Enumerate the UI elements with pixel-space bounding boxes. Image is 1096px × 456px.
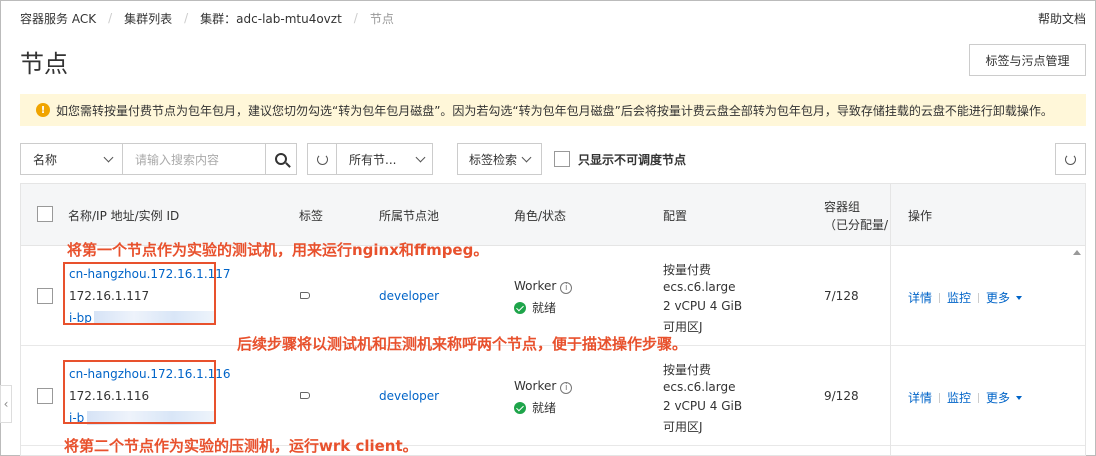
role-label: Worker — [514, 279, 557, 293]
instance-type: ecs.c6.large — [663, 380, 736, 394]
col-config: 配置 — [663, 209, 688, 223]
search-input[interactable]: 请输入搜索内容 — [123, 143, 266, 175]
details-link[interactable]: 详情 — [908, 391, 932, 405]
unschedulable-checkbox[interactable] — [554, 151, 570, 167]
unschedulable-label: 只显示不可调度节点 — [578, 152, 687, 167]
highlight-box-node1 — [63, 262, 216, 325]
unschedulable-filter[interactable]: 只显示不可调度节点 — [554, 151, 686, 168]
breadcrumb-separator: / — [184, 11, 189, 25]
zone: 可用区J — [663, 420, 703, 434]
chevron-down-icon — [103, 152, 114, 162]
table-header: 名称/IP 地址/实例 ID 标签 所属节点池 角色/状态 配置 容器组 （已分… — [21, 184, 1085, 246]
role: Worker i — [514, 379, 573, 394]
node-pool-select-label: 所有节... — [349, 152, 397, 167]
tag-search-button[interactable]: 标签检索 — [457, 143, 542, 175]
more-menu[interactable]: 更多 — [986, 291, 1010, 305]
caret-down-icon — [1016, 396, 1023, 400]
chevron-down-icon — [415, 152, 426, 162]
breadcrumb-cluster-list[interactable]: 集群列表 — [124, 10, 172, 27]
tag-search-label: 标签检索 — [468, 152, 517, 167]
search-field-label: 名称 — [33, 152, 58, 167]
breadcrumb-ack[interactable]: 容器服务 ACK — [20, 10, 96, 27]
fixed-column-divider — [890, 184, 891, 456]
row-actions: 详情 监控 更多 — [908, 289, 1023, 306]
node-status: 就绪 — [514, 299, 556, 316]
col-pool: 所属节点池 — [379, 209, 440, 223]
billing-type: 按量付费 — [663, 363, 712, 377]
pod-count: 7/128 — [824, 289, 859, 303]
search-icon — [275, 153, 287, 165]
status-label: 就绪 — [532, 401, 557, 415]
monitor-link[interactable]: 监控 — [947, 391, 971, 405]
role-label: Worker — [514, 379, 557, 393]
help-docs-link[interactable]: 帮助文档 — [1038, 10, 1086, 27]
row-checkbox[interactable] — [37, 388, 53, 404]
role: Worker i — [514, 279, 573, 294]
pod-count: 9/128 — [824, 389, 859, 403]
more-menu[interactable]: 更多 — [986, 391, 1010, 405]
col-tags: 标签 — [299, 209, 324, 223]
instance-type: ecs.c6.large — [663, 280, 736, 294]
select-all-checkbox[interactable] — [37, 206, 53, 222]
warning-icon: ! — [36, 103, 50, 117]
chevron-left-icon[interactable]: ‹ — [0, 385, 12, 423]
tag-icon[interactable] — [300, 388, 310, 402]
node-pool-select[interactable]: 所有节... — [336, 143, 433, 175]
instance-spec: 2 vCPU 4 GiB — [663, 399, 743, 413]
row-actions: 详情 监控 更多 — [908, 389, 1023, 406]
instance-spec: 2 vCPU 4 GiB — [663, 299, 743, 313]
details-link[interactable]: 详情 — [908, 291, 932, 305]
check-circle-icon — [514, 402, 526, 414]
notice-banner: ! 如您需转按量付费节点为包年包月，建议您切勿勾选“转为包年包月磁盘”。因为若勾… — [20, 94, 1086, 126]
annotation-load-node: 将第二个节点作为实验的压测机，运行wrk client。 — [64, 437, 418, 455]
status-label: 就绪 — [532, 301, 557, 315]
breadcrumb-separator: / — [108, 11, 113, 25]
highlight-box-node2 — [63, 360, 216, 424]
node-status: 就绪 — [514, 399, 556, 416]
notice-text: 如您需转按量付费节点为包年包月，建议您切勿勾选“转为包年包月磁盘”。因为若勾选“… — [56, 103, 1053, 118]
billing-type: 按量付费 — [663, 263, 712, 277]
row-checkbox[interactable] — [37, 288, 53, 304]
chevron-down-icon — [521, 152, 532, 162]
tag-taint-management-button[interactable]: 标签与污点管理 — [969, 44, 1086, 76]
col-name: 名称/IP 地址/实例 ID — [68, 209, 180, 223]
node-pool-link[interactable]: developer — [379, 389, 439, 403]
refresh-button[interactable] — [1055, 143, 1086, 175]
col-role: 角色/状态 — [514, 209, 567, 223]
annotation-test-node: 将第一个节点作为实验的测试机，用来运行nginx和ffmpeg。 — [67, 241, 489, 259]
refresh-icon — [316, 153, 328, 165]
annotation-naming: 后续步骤将以测试机和压测机来称呼两个节点，便于描述操作步骤。 — [237, 335, 688, 353]
info-icon[interactable]: i — [560, 382, 573, 394]
check-circle-icon — [514, 302, 526, 314]
scroll-up-icon[interactable] — [1073, 250, 1081, 255]
toolbar: 名称 请输入搜索内容 所有节... 标签检索 只显示不可调度节点 — [20, 143, 686, 175]
breadcrumb-separator: / — [353, 11, 358, 25]
col-ops: 操作 — [908, 209, 933, 223]
tag-icon[interactable] — [300, 288, 310, 302]
pool-refresh-button[interactable] — [307, 143, 337, 175]
node-pool-link[interactable]: developer — [379, 289, 439, 303]
col-pods-title: 容器组 — [824, 200, 861, 214]
monitor-link[interactable]: 监控 — [947, 291, 971, 305]
col-pods-subtitle: （已分配量/ — [824, 218, 889, 232]
page-title: 节点 — [20, 50, 68, 78]
search-field-select[interactable]: 名称 — [20, 143, 123, 175]
breadcrumb-current: 节点 — [369, 11, 394, 26]
breadcrumb-cluster[interactable]: 集群：adc-lab-mtu4ovzt — [200, 10, 342, 27]
info-icon[interactable]: i — [560, 282, 573, 294]
breadcrumb: 容器服务 ACK / 集群列表 / 集群：adc-lab-mtu4ovzt / … — [20, 10, 394, 26]
refresh-icon — [1065, 153, 1076, 165]
search-button[interactable] — [265, 143, 297, 175]
caret-down-icon — [1016, 296, 1023, 300]
